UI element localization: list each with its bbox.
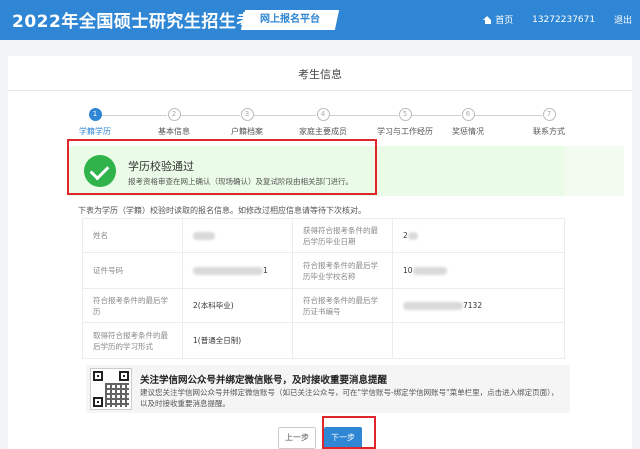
notice-body: 建议您关注学信网公众号并绑定微信账号（如已关注公众号，可在"学信账号-绑定学信网…: [140, 388, 559, 408]
step-connector: [253, 115, 316, 116]
cell-label: 取得符合报考条件的最后学历的学习形式: [82, 322, 183, 359]
site-title: 2022年全国硕士研究生招生考试: [12, 12, 272, 32]
cell-value: 1(普通全日制): [182, 322, 293, 359]
qr-finder: [119, 371, 129, 381]
step-5-marker[interactable]: 5: [398, 108, 412, 121]
prev-step-button[interactable]: 上一步: [278, 427, 316, 449]
home-link-label: 首页: [495, 16, 514, 26]
top-nav: 首页 13272237671 退出: [467, 13, 632, 26]
qr-finder: [93, 397, 103, 407]
platform-badge: 网上报名平台: [240, 10, 340, 30]
table-row: 符合报考条件的最后学历 2(本科毕业) 符合报考条件的最后学历证书编号 7132: [82, 288, 565, 323]
step-progress: 1 学籍学历 2 基本信息 3 户籍档案 4 家庭主要成员 5 学习与工作经历 …: [64, 108, 584, 138]
cell-value-masked: 10: [392, 252, 565, 289]
cell-label: 获得符合报考条件的最后学历毕业日期: [292, 218, 393, 253]
table-row: 姓名 获得符合报考条件的最后学历毕业日期 2: [82, 218, 565, 253]
step-3-marker[interactable]: 3: [240, 108, 254, 121]
step-connector: [102, 115, 167, 116]
annotation-highlight-banner: [67, 139, 377, 195]
step-connector: [329, 115, 398, 116]
annotation-highlight-next: [322, 416, 376, 449]
blurred-value: [412, 267, 447, 275]
table-row: 证件号码 1 符合报考条件的最后学历毕业学校名称 10: [82, 252, 565, 289]
step-4-marker[interactable]: 4: [316, 108, 330, 121]
cell-label: 姓名: [82, 218, 183, 253]
cell-label: 符合报考条件的最后学历毕业学校名称: [292, 252, 393, 289]
qr-pattern: [105, 383, 129, 407]
cell-value-masked: 1: [182, 252, 293, 289]
cell-label: 符合报考条件的最后学历证书编号: [292, 288, 393, 323]
step-2-marker[interactable]: 2: [167, 108, 181, 121]
blurred-value: [403, 302, 463, 310]
step-connector: [411, 115, 461, 116]
education-info-table: 姓名 获得符合报考条件的最后学历毕业日期 2 证件号码 1 符合报考条件的最后学…: [82, 218, 565, 359]
step-7-label[interactable]: 联系方式: [509, 126, 589, 137]
qr-finder: [93, 371, 103, 381]
top-bar: 2022年全国硕士研究生招生考试 网上报名平台 首页 13272237671 退…: [0, 0, 640, 40]
logout-link[interactable]: 退出: [614, 13, 632, 26]
banner-extension: [564, 146, 624, 196]
cell-value-masked: 7132: [392, 288, 565, 323]
table-row: 取得符合报考条件的最后学历的学习形式 1(普通全日制): [82, 322, 565, 359]
step-6-marker[interactable]: 6: [461, 108, 475, 121]
cell-value-masked: 2: [392, 218, 565, 253]
panel-divider: [8, 90, 632, 91]
cell-label: 证件号码: [82, 252, 183, 289]
blurred-value: [193, 267, 263, 275]
cell-value: 2(本科毕业): [182, 288, 293, 323]
cell-label: 符合报考条件的最后学历: [82, 288, 183, 323]
step-2-label[interactable]: 基本信息: [134, 126, 214, 137]
home-link[interactable]: 首页: [483, 13, 513, 26]
blurred-value: [193, 232, 215, 240]
home-icon: [483, 16, 492, 24]
notice-title: 关注学信网公众号并绑定微信账号，及时接收重要消息提醒: [140, 375, 388, 386]
qr-code-icon[interactable]: [90, 368, 132, 410]
step-1-label[interactable]: 学籍学历: [55, 126, 135, 137]
step-1-marker[interactable]: 1: [88, 108, 102, 121]
cell-value: [392, 322, 565, 359]
step-4-label[interactable]: 家庭主要成员: [283, 126, 363, 137]
wechat-follow-notice: 关注学信网公众号并绑定微信账号，及时接收重要消息提醒 建议您关注学信网公众号并绑…: [86, 365, 570, 413]
table-note: 下表为学历（学籍）校验时读取的报名信息。如修改过相应信息请等待下次核对。: [78, 206, 366, 215]
cell-value-masked: [182, 218, 293, 253]
panel-title: 考生信息: [298, 68, 342, 81]
step-connector: [474, 115, 542, 116]
candidate-info-panel: 考生信息 1 学籍学历 2 基本信息 3 户籍档案 4 家庭主要成员 5 学习与…: [8, 56, 632, 449]
cell-label: [292, 322, 393, 359]
blurred-value: [407, 232, 418, 240]
step-connector: [180, 115, 240, 116]
platform-badge-label: 网上报名平台: [260, 14, 320, 25]
step-7-marker[interactable]: 7: [542, 108, 556, 121]
user-phone[interactable]: 13272237671: [532, 15, 595, 25]
step-6-label[interactable]: 奖惩情况: [428, 126, 508, 137]
step-3-label[interactable]: 户籍档案: [207, 126, 287, 137]
